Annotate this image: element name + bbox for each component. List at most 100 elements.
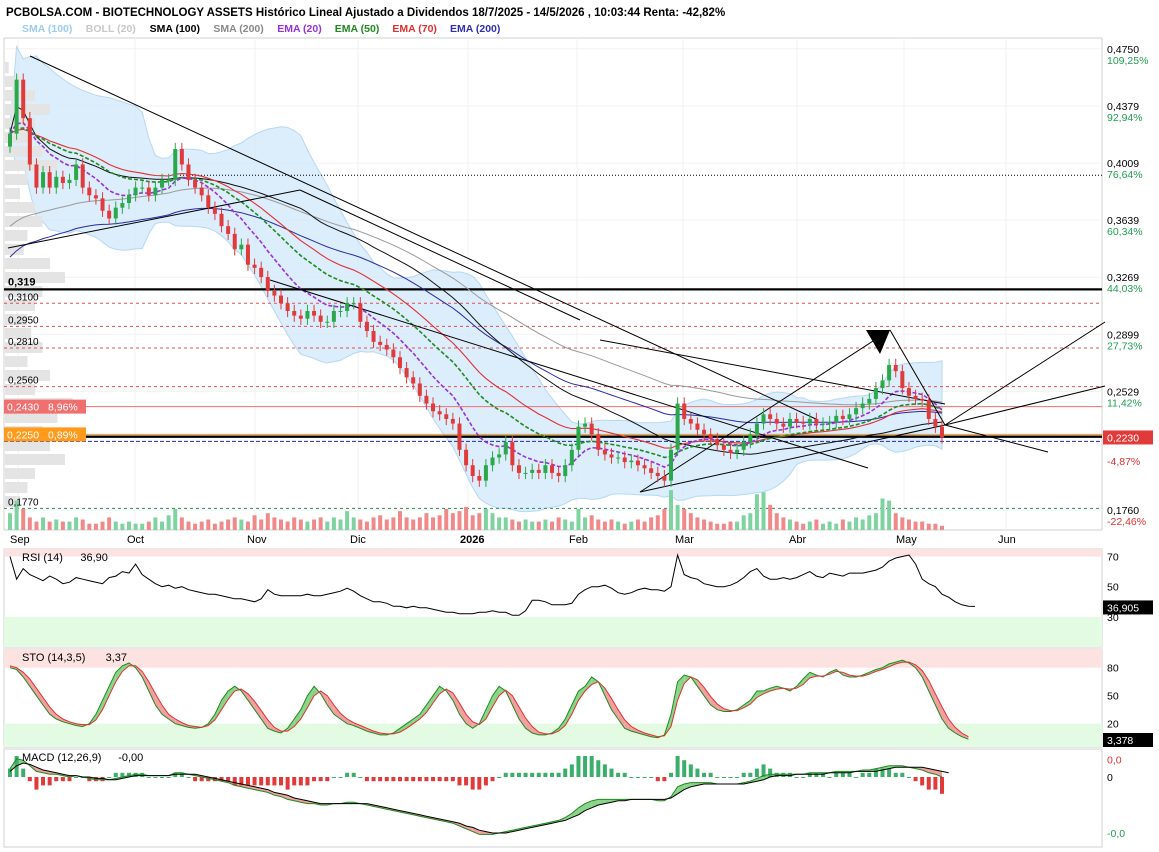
macd-hist-bar: [27, 777, 32, 782]
candle-body: [351, 303, 356, 305]
macd-hist-bar: [920, 777, 925, 786]
candle-body: [279, 295, 284, 304]
macd-hist-bar: [457, 777, 462, 786]
overbought-zone: [4, 649, 1102, 668]
candle-body: [609, 454, 614, 458]
macd-hist-bar: [589, 756, 594, 777]
overbought-zone: [4, 549, 1102, 557]
candle-body: [232, 233, 237, 250]
month-label: May: [896, 534, 917, 546]
volume-bar: [569, 521, 574, 530]
candle-body: [450, 418, 455, 424]
macd-hist-bar: [470, 777, 475, 790]
candle-body: [556, 472, 561, 477]
macd-hist-bar: [702, 772, 707, 777]
volume-bar: [245, 521, 250, 530]
macd-hist-bar: [649, 777, 654, 778]
volume-bar: [867, 515, 872, 530]
macd-hist-bar: [378, 777, 383, 782]
candle-body: [847, 414, 852, 419]
macd-hist-bar: [397, 777, 402, 782]
volume-bar: [490, 513, 495, 530]
candle-body: [464, 449, 469, 466]
candle-body: [483, 465, 488, 481]
candle-body: [8, 133, 12, 147]
legend-item-3: SMA (200): [213, 23, 263, 35]
volume-bar: [67, 521, 72, 530]
volume-bar: [126, 521, 131, 530]
pct-tick: 27,73%: [1107, 340, 1143, 352]
level-label: 0,3100: [8, 292, 39, 303]
volume-bar: [378, 515, 383, 530]
volume-bar: [768, 504, 773, 530]
month-label: Feb: [569, 534, 588, 546]
candle-body: [338, 310, 343, 312]
macd-hist-bar: [556, 772, 561, 777]
candle-body: [113, 207, 118, 219]
macd-hist-bar: [160, 777, 165, 778]
macd-hist-bar: [642, 777, 647, 778]
volume-profile-bar: [5, 62, 9, 73]
macd-hist-bar: [834, 772, 839, 777]
candle-body: [748, 434, 753, 443]
macd-hist-bar: [483, 777, 488, 786]
candle-body: [74, 164, 79, 180]
candle-body: [239, 244, 244, 250]
month-label: Dic: [350, 534, 366, 546]
candle-body: [272, 290, 277, 296]
candle-body: [265, 277, 270, 291]
candle-body: [569, 449, 574, 466]
candle-body: [854, 408, 859, 415]
volume-bar: [87, 523, 92, 530]
macd-hist-bar: [860, 772, 865, 777]
volume-bar: [794, 521, 799, 530]
volume-bar: [298, 519, 303, 530]
volume-bar: [635, 519, 640, 530]
volume-bar: [47, 521, 52, 530]
volume-bar: [193, 523, 198, 530]
candle-body: [913, 395, 918, 399]
macd-hist-bar: [477, 777, 482, 790]
macd-hist-bar: [741, 772, 746, 777]
indicator-legend: SMA (100) BOLL (20) SMA (100) SMA (200) EMA …: [22, 23, 500, 35]
candle-body: [715, 439, 720, 446]
candle-body: [206, 195, 211, 208]
volume-bar: [186, 521, 191, 530]
candle-body: [807, 418, 812, 424]
candle-body: [497, 454, 502, 458]
volume-bar: [702, 519, 707, 530]
volume-bar: [550, 521, 555, 530]
candle-body: [477, 476, 482, 481]
candle-body: [212, 207, 217, 214]
candle-body: [331, 310, 336, 322]
price-axis: 0,47500,43790,40090,36390,32690,28990,25…: [1103, 44, 1153, 528]
volume-bar: [351, 517, 356, 530]
volume-bar: [497, 517, 502, 530]
volume-bar: [457, 511, 462, 530]
level-pct: 8,96%: [48, 402, 78, 414]
volume-bar: [417, 517, 422, 530]
candle-body: [867, 398, 872, 404]
macd-hist-bar: [259, 777, 264, 786]
volume-bar: [483, 509, 488, 530]
month-label: Sep: [10, 534, 30, 546]
volume-bar: [516, 521, 521, 530]
volume-bar: [926, 523, 931, 530]
volume-bar: [860, 519, 865, 530]
volume-bar: [655, 515, 660, 530]
macd-hist-bar: [54, 777, 59, 782]
volume-bar: [305, 521, 310, 530]
macd-hist-bar: [748, 772, 753, 777]
volume-bar: [470, 515, 475, 530]
macd-hist-bar: [523, 772, 528, 777]
volume-bar: [34, 521, 39, 530]
macd-hist-bar: [854, 777, 859, 778]
volume-bar: [338, 519, 343, 530]
macd-hist-bar: [516, 772, 521, 777]
macd-hist-bar: [543, 772, 548, 777]
volume-profile-bar: [5, 146, 43, 157]
macd-hist-bar: [721, 777, 726, 778]
volume-bar: [510, 519, 515, 530]
volume-bar: [391, 517, 396, 530]
macd-hist-bar: [768, 768, 773, 777]
